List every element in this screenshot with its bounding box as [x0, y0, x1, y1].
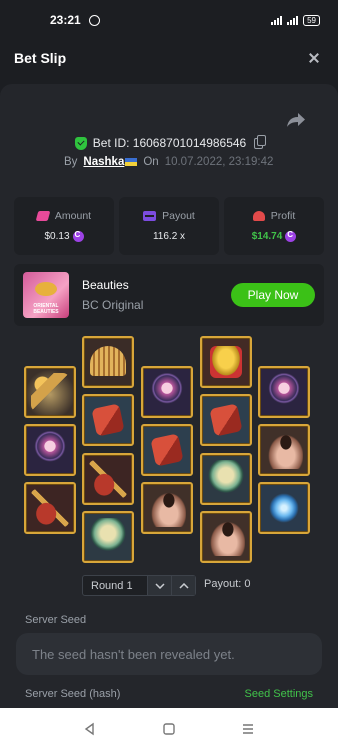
profit-icon — [252, 211, 265, 221]
gold-icon — [210, 346, 242, 378]
lotus-icon — [265, 489, 303, 527]
payout-label: Payout — [162, 210, 195, 222]
game-thumbnail[interactable]: ORIENTAL BEAUTIES — [23, 272, 69, 318]
reel-symbol-book — [82, 394, 134, 446]
share-icon[interactable] — [286, 112, 306, 128]
chevron-up-icon — [178, 582, 189, 589]
copy-icon[interactable] — [254, 134, 267, 149]
reel-symbol-lady — [141, 482, 193, 534]
on-label: On — [143, 156, 159, 168]
payout-value: 116.2 x — [152, 231, 186, 242]
game-card: ORIENTAL BEAUTIES Beauties BC Original P… — [14, 264, 324, 326]
bet-byline: By Nashka On 10.07.2022, 23:19:42 — [64, 156, 273, 168]
verified-shield-icon — [74, 136, 87, 150]
reel-symbol-lady — [258, 424, 310, 476]
reel-symbol-mirror — [258, 366, 310, 418]
server-seed-label: Server Seed — [25, 614, 87, 626]
round-up-button[interactable] — [171, 576, 195, 595]
by-label: By — [64, 156, 78, 168]
pipa-icon — [31, 489, 69, 527]
status-bar: 23:21 59 — [0, 0, 338, 40]
reel-symbol-book — [141, 424, 193, 476]
coin-icon — [72, 230, 84, 242]
server-seed-hash-label: Server Seed (hash) — [25, 688, 121, 700]
close-icon[interactable] — [304, 48, 324, 68]
game-provider: BC Original — [82, 298, 144, 312]
username: Nashka — [83, 156, 125, 168]
reel-symbol-lady — [200, 511, 252, 563]
amount-label: Amount — [54, 210, 92, 222]
reel-symbol-mirror — [141, 366, 193, 418]
reel-symbol-gold — [200, 336, 252, 388]
game-name: Beauties — [82, 278, 129, 292]
lady-icon — [265, 431, 303, 469]
chevron-down-icon — [154, 582, 165, 589]
reel-symbol-jade — [200, 453, 252, 505]
round-payout: Payout: 0 — [204, 578, 251, 590]
reel-symbol-hairpin — [24, 366, 76, 418]
round-label: Round 1 — [91, 579, 133, 592]
round-down-button[interactable] — [147, 576, 171, 595]
lady-icon — [207, 518, 245, 556]
back-icon[interactable] — [83, 722, 97, 736]
menu-icon[interactable] — [241, 722, 255, 736]
signal-icon — [271, 15, 283, 25]
signal-icon-2 — [287, 15, 299, 25]
reel-symbol-pipa — [24, 482, 76, 534]
mirror-icon — [31, 431, 69, 469]
bet-stats: Amount $0.13 Payout 116.2 x Profit $14.7… — [14, 197, 324, 255]
bet-id: Bet ID: 16068701014986546 — [92, 136, 247, 150]
whatsapp-icon — [88, 14, 100, 26]
stat-profit: Profit $14.74 — [224, 197, 324, 255]
bet-slip-header: Bet Slip — [0, 40, 338, 76]
profit-value: $14.74 — [251, 231, 283, 242]
pipa-icon — [89, 460, 127, 498]
lady-icon — [148, 489, 186, 527]
mirror-icon — [265, 373, 303, 411]
page-title: Bet Slip — [14, 50, 67, 66]
book-icon — [91, 403, 125, 437]
wallet-icon — [143, 211, 157, 221]
reel-symbol-book — [200, 394, 252, 446]
reel-symbol-comb — [82, 336, 134, 388]
play-now-button[interactable]: Play Now — [231, 283, 315, 307]
home-icon[interactable] — [162, 722, 176, 736]
jade-icon — [207, 460, 245, 498]
slot-reels — [24, 336, 316, 564]
reel-symbol-jade — [82, 511, 134, 563]
profit-label: Profit — [270, 210, 296, 222]
hairpin-icon — [31, 373, 69, 411]
ticket-icon — [35, 211, 51, 221]
jade-icon — [89, 518, 127, 556]
comb-icon — [90, 346, 126, 376]
seed-settings-link[interactable]: Seed Settings — [245, 688, 314, 700]
book-icon — [150, 433, 184, 467]
coin-icon — [285, 230, 297, 242]
flag-icon — [125, 157, 138, 166]
reel-symbol-lotus — [258, 482, 310, 534]
user-link[interactable]: Nashka — [83, 156, 138, 168]
reel-symbol-mirror — [24, 424, 76, 476]
reel-symbol-pipa — [82, 453, 134, 505]
round-selector[interactable]: Round 1 — [82, 575, 196, 596]
amount-value: $0.13 — [44, 231, 70, 242]
system-nav-bar — [0, 708, 338, 750]
thumbnail-text: ORIENTAL BEAUTIES — [33, 303, 59, 315]
stat-payout: Payout 116.2 x — [119, 197, 219, 255]
book-icon — [209, 403, 243, 437]
server-seed-field[interactable]: The seed hasn't been revealed yet. — [16, 633, 322, 675]
bet-date: 10.07.2022, 23:19:42 — [164, 156, 274, 168]
status-time: 23:21 — [50, 13, 81, 27]
bet-id-row: Bet ID: 16068701014986546 — [0, 134, 338, 150]
battery-icon: 59 — [303, 14, 320, 26]
mirror-icon — [148, 373, 186, 411]
stat-amount: Amount $0.13 — [14, 197, 114, 255]
